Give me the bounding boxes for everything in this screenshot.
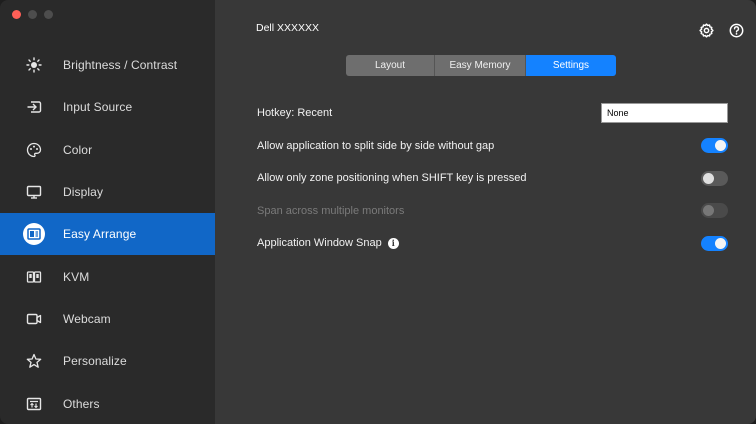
sidebar: Brightness / Contrast Input Source Color…	[0, 0, 215, 424]
input-source-icon	[26, 99, 42, 115]
monitor-icon	[26, 184, 42, 200]
toggle-knob	[715, 237, 726, 249]
palette-icon	[26, 142, 42, 158]
window-title: Dell XXXXXX	[256, 22, 320, 34]
webcam-icon	[26, 311, 42, 327]
gear-icon[interactable]	[698, 22, 714, 38]
sidebar-item-easy-arrange[interactable]: Easy Arrange	[0, 213, 215, 256]
sidebar-item-input-source[interactable]: Input Source	[0, 86, 215, 128]
setting-span-monitors: Span across multiple monitors	[257, 195, 728, 228]
zoom-window-button[interactable]	[44, 10, 53, 19]
toggle-knob	[703, 172, 714, 184]
setting-window-snap: Application Window Snap i	[257, 227, 728, 260]
sidebar-item-label: Personalize	[63, 354, 127, 369]
tab-layout[interactable]: Layout	[346, 55, 434, 76]
sidebar-item-label: Display	[63, 185, 104, 200]
info-icon[interactable]: i	[387, 237, 399, 249]
sidebar-item-webcam[interactable]: Webcam	[0, 298, 215, 340]
tab-easy-memory[interactable]: Easy Memory	[434, 55, 525, 76]
others-icon	[26, 396, 42, 412]
settings-list: Hotkey: Recent None Allow application to…	[257, 97, 728, 260]
setting-shift-zone: Allow only zone positioning when SHIFT k…	[257, 162, 728, 195]
setting-hotkey: Hotkey: Recent None	[257, 97, 728, 130]
minimize-window-button[interactable]	[28, 10, 37, 19]
sun-icon	[26, 57, 42, 73]
tab-bar: Layout Easy Memory Settings	[346, 55, 616, 76]
window-controls	[12, 10, 53, 19]
split-gap-toggle[interactable]	[701, 138, 728, 154]
span-monitors-label: Span across multiple monitors	[257, 204, 405, 217]
sidebar-item-label: Webcam	[63, 311, 111, 326]
hotkey-input[interactable]: None	[601, 103, 728, 124]
span-monitors-toggle	[701, 203, 728, 219]
star-icon	[26, 353, 42, 369]
setting-split-gap: Allow application to split side by side …	[257, 130, 728, 163]
shift-zone-label: Allow only zone positioning when SHIFT k…	[257, 172, 527, 185]
window-snap-label-group: Application Window Snap i	[257, 237, 399, 249]
sidebar-item-label: Easy Arrange	[63, 227, 137, 242]
sidebar-item-personalize[interactable]: Personalize	[0, 340, 215, 382]
sidebar-item-kvm[interactable]: KVM	[0, 255, 215, 297]
sidebar-item-label: Others	[63, 396, 100, 411]
easy-arrange-icon	[23, 223, 45, 246]
sidebar-item-label: KVM	[63, 269, 90, 284]
sidebar-item-label: Input Source	[63, 100, 133, 115]
sidebar-item-others[interactable]: Others	[0, 382, 215, 424]
sidebar-item-brightness-contrast[interactable]: Brightness / Contrast	[0, 44, 215, 86]
help-icon[interactable]	[728, 22, 744, 38]
sidebar-nav: Brightness / Contrast Input Source Color…	[0, 44, 215, 424]
hotkey-label: Hotkey: Recent	[257, 107, 333, 120]
sidebar-item-label: Color	[63, 142, 93, 157]
split-gap-label: Allow application to split side by side …	[257, 139, 495, 152]
sidebar-item-label: Brightness / Contrast	[63, 58, 178, 73]
top-toolbar	[698, 22, 744, 38]
toggle-knob	[715, 140, 726, 152]
shift-zone-toggle[interactable]	[701, 170, 728, 186]
sidebar-item-display[interactable]: Display	[0, 171, 215, 213]
app-window: Brightness / Contrast Input Source Color…	[0, 0, 756, 424]
close-window-button[interactable]	[12, 10, 21, 19]
window-snap-toggle[interactable]	[701, 235, 728, 251]
kvm-icon	[26, 269, 42, 285]
tab-settings[interactable]: Settings	[525, 55, 616, 76]
window-snap-label: Application Window Snap	[257, 237, 382, 250]
sidebar-item-color[interactable]: Color	[0, 129, 215, 171]
toggle-knob	[703, 205, 714, 217]
main-panel: Dell XXXXXX Layout Easy Memory Settings …	[215, 0, 756, 424]
